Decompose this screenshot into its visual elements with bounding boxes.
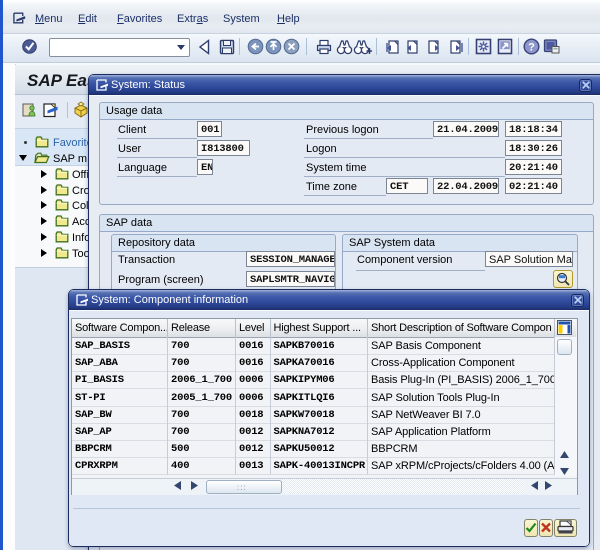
svg-text:?: ? (528, 42, 535, 54)
